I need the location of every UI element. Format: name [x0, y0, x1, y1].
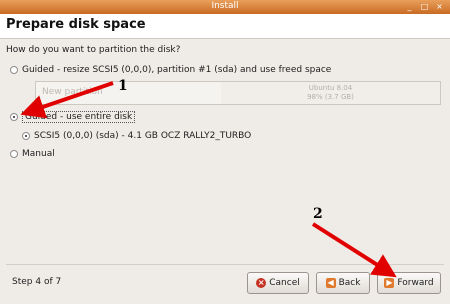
annotation-arrows	[20, 81, 397, 278]
annotation-number-2: 2	[313, 206, 323, 222]
annotation-arrow-1	[20, 81, 114, 119]
annotation-arrow-2	[311, 222, 397, 278]
annotation-number-1: 1	[118, 78, 128, 94]
